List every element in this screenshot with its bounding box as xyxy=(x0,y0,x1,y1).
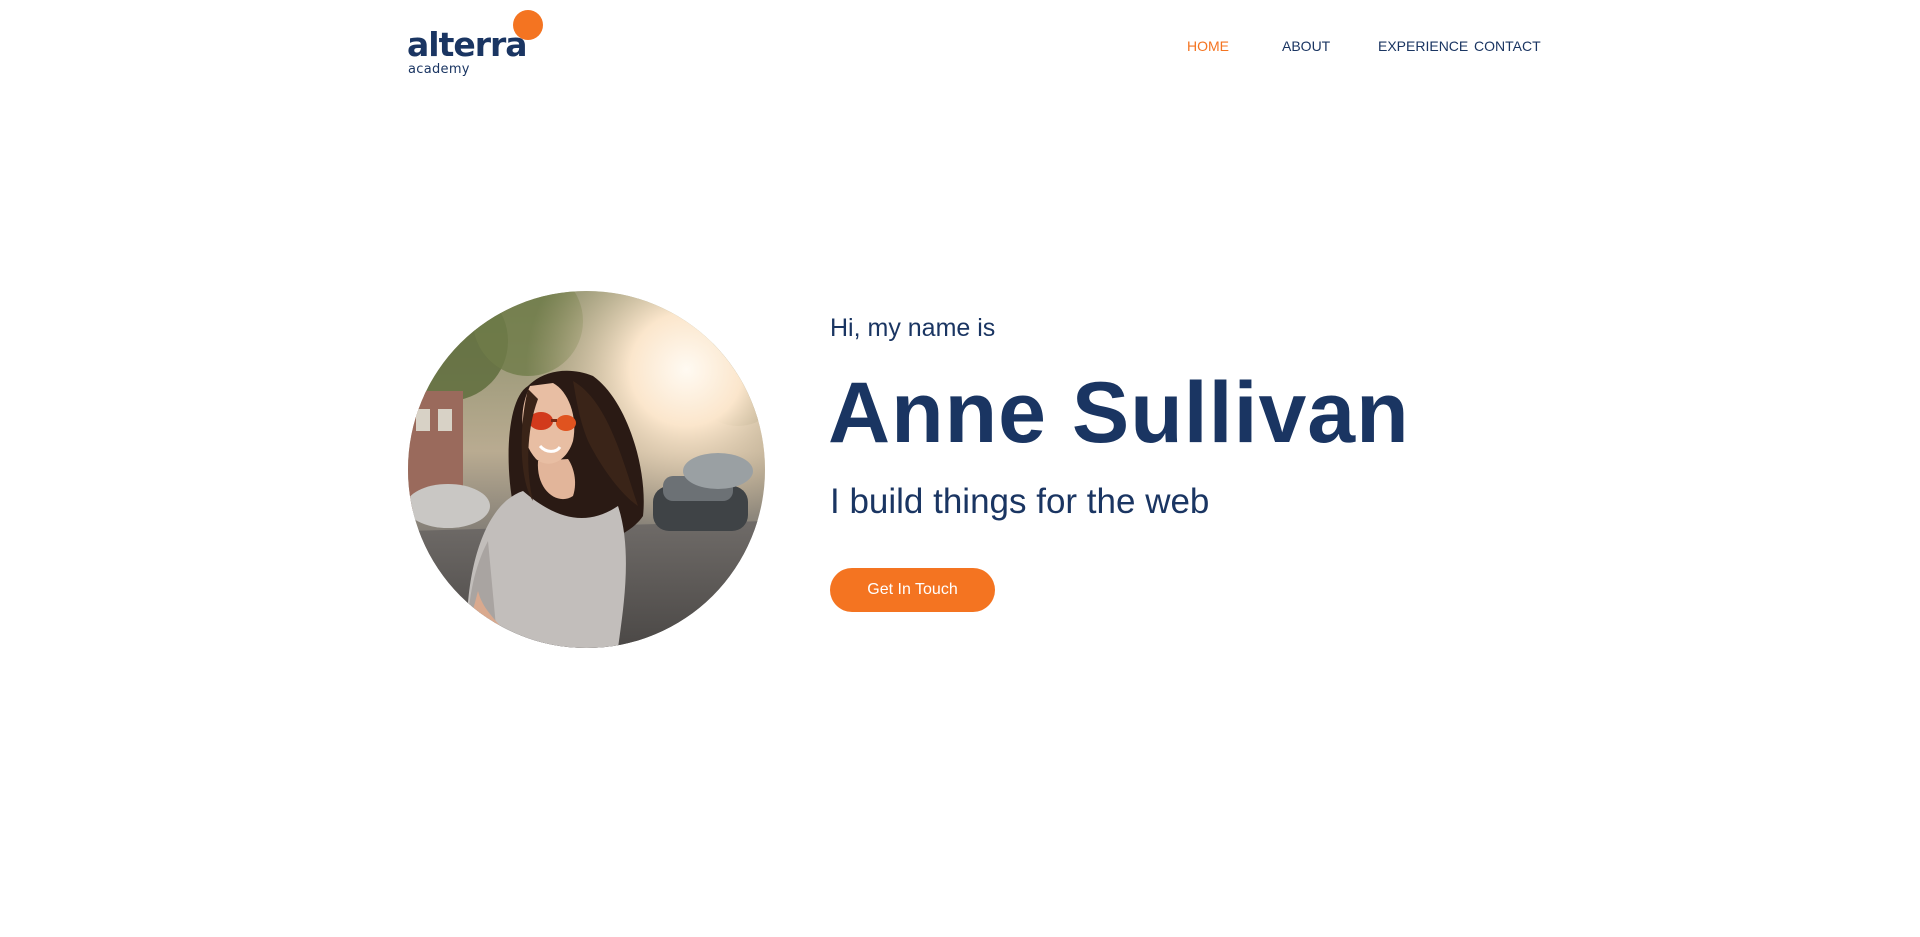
hero-tagline: I build things for the web xyxy=(830,482,1210,521)
hero-name: Anne Sullivan xyxy=(828,365,1410,461)
nav-home-link[interactable]: HOME xyxy=(1187,37,1229,55)
nav-experience-link[interactable]: EXPERIENCE xyxy=(1378,37,1468,55)
profile-photo-illustration xyxy=(408,291,765,648)
hero-greeting: Hi, my name is xyxy=(830,314,996,342)
profile-photo xyxy=(408,291,765,648)
get-in-touch-button[interactable]: Get In Touch xyxy=(830,568,995,612)
logo-wordmark: alterra xyxy=(407,25,528,64)
nav-about-link[interactable]: ABOUT xyxy=(1282,37,1330,55)
page: alterra academy HOME ABOUT EXPERIENCE CO… xyxy=(0,0,1920,937)
brand-logo[interactable]: alterra academy xyxy=(407,8,547,80)
nav-contact-link[interactable]: CONTACT xyxy=(1474,37,1541,55)
logo-subtitle: academy xyxy=(408,62,470,77)
